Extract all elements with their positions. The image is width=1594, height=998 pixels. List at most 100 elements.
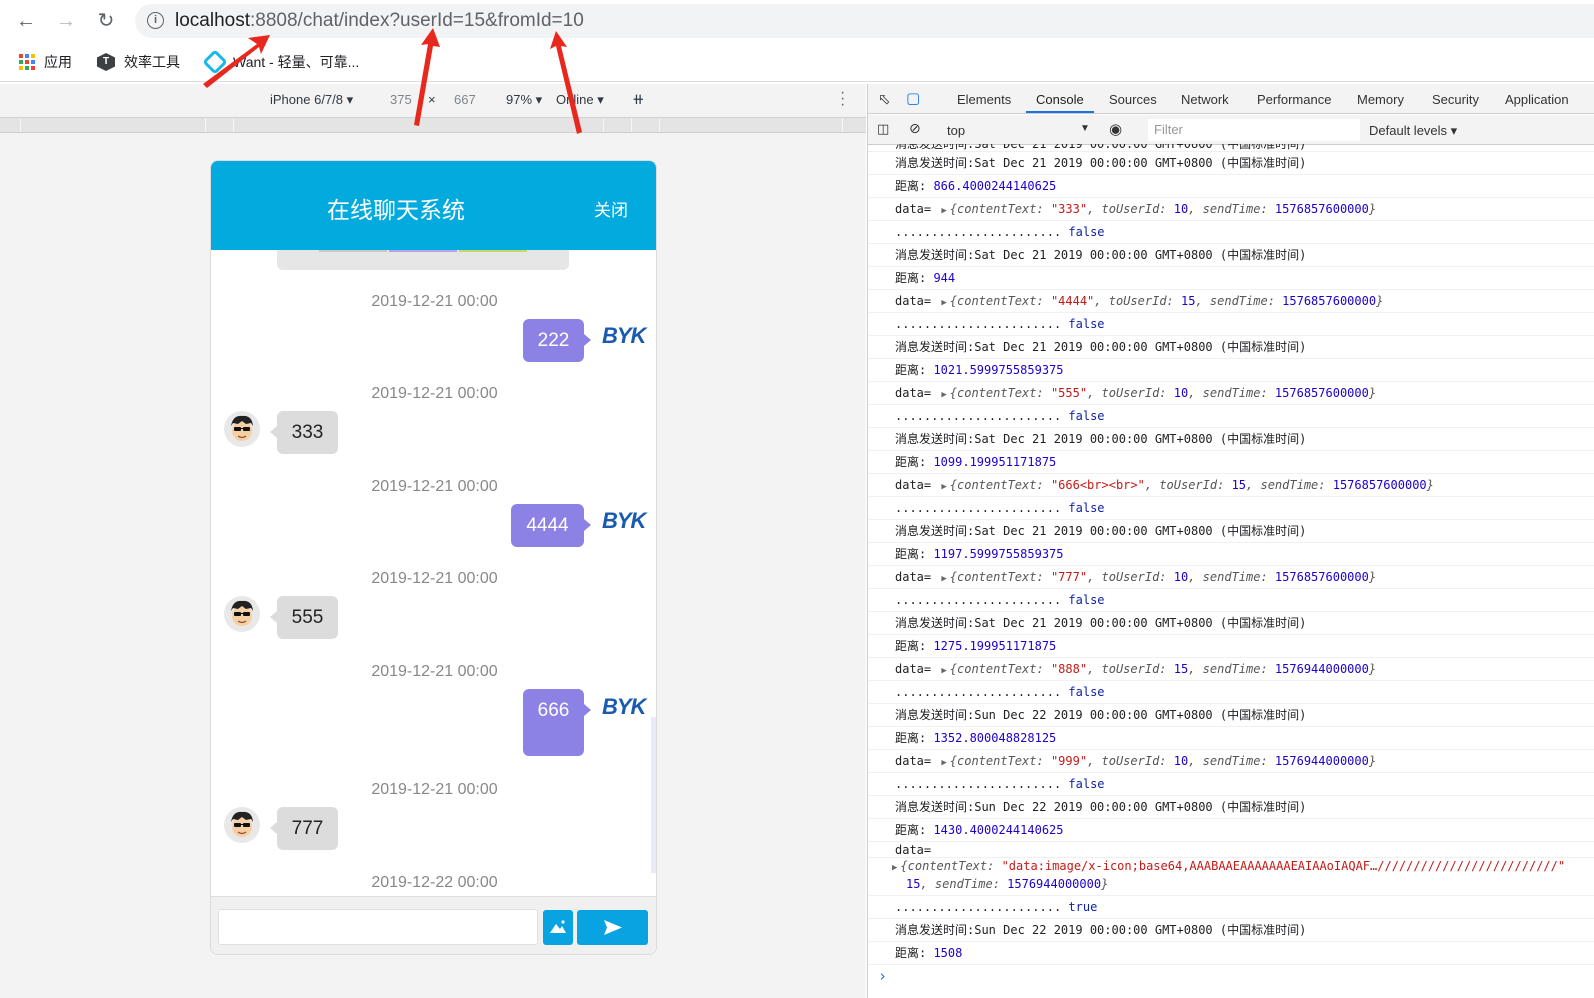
message-input[interactable] — [218, 909, 538, 945]
console-prompt[interactable]: › — [868, 965, 1594, 987]
chat-input-bar — [211, 896, 656, 954]
browser-toolbar: ← → ↻ i localhost:8808/chat/index?userId… — [0, 0, 1594, 42]
message-bubble-sent: 666 — [523, 689, 591, 756]
console-line: 距离: 1430.4000244140625 — [868, 819, 1594, 842]
message-timestamp: 2019-12-21 00:00 — [371, 781, 498, 798]
forward-icon[interactable]: → — [54, 9, 78, 33]
device-width-input[interactable]: 375 — [390, 92, 412, 107]
tab-application[interactable]: Application — [1505, 92, 1569, 107]
console-line: 消息发送时间:Sun Dec 22 2019 00:00:00 GMT+0800… — [868, 704, 1594, 727]
want-logo-icon — [202, 49, 228, 75]
console-line: ....................... false — [868, 589, 1594, 612]
user-avatar — [224, 411, 260, 447]
network-throttle-select[interactable]: Online ▾ — [556, 92, 604, 108]
console-line: data= ▶ {contentText: "888", toUserId: 15… — [868, 658, 1594, 681]
console-line: ....................... false — [868, 313, 1594, 336]
console-line: ....................... false — [868, 773, 1594, 796]
chat-app-viewport: 在线聊天系统 关闭 2019-12-21 00:00 222 BYK 2019-… — [210, 160, 657, 955]
site-info-icon[interactable]: i — [147, 12, 164, 29]
rotate-icon[interactable]: ⧺ — [632, 90, 645, 108]
message-timestamp: 2019-12-22 00:00 — [371, 874, 498, 891]
byk-logo-avatar: BYK — [602, 694, 646, 719]
context-select[interactable]: top — [947, 123, 965, 138]
sidebar-toggle-icon[interactable]: ◫ — [877, 121, 889, 137]
console-line: 消息发送时间:Sun Dec 22 2019 00:00:00 GMT+0800… — [868, 796, 1594, 819]
byk-logo-avatar: BYK — [602, 323, 646, 348]
console-toolbar: ◫ ⊘ top ▼ ◉ Filter Default levels ▾ — [868, 115, 1594, 145]
filter-input[interactable]: Filter — [1148, 119, 1360, 141]
console-output[interactable]: 消息发送时间:Sat Dec 21 2019 00:00:00 GMT+0800… — [868, 144, 1594, 998]
media-query-ruler — [0, 117, 866, 133]
message-timestamp: 2019-12-21 00:00 — [371, 478, 498, 495]
zoom-select[interactable]: 97% ▾ — [506, 92, 542, 108]
bookmark-efficiency-tools[interactable]: T 效率工具 — [97, 52, 180, 72]
tab-memory[interactable]: Memory — [1357, 92, 1404, 107]
console-line: 距离: 1352.800048828125 — [868, 727, 1594, 750]
user-avatar — [224, 807, 260, 843]
console-line: 消息发送时间:Sat Dec 21 2019 00:00:00 GMT+0800… — [868, 152, 1594, 175]
console-line: 消息发送时间:Sun Dec 22 2019 00:00:00 GMT+0800… — [868, 919, 1594, 942]
inspect-element-icon[interactable]: ⬁ — [878, 90, 891, 108]
message-bubble-received: 555 — [270, 596, 338, 639]
send-button[interactable] — [577, 910, 648, 945]
console-line: data= ▶ {contentText: "666<br><br>", toUs… — [868, 474, 1594, 497]
clear-console-icon[interactable]: ⊘ — [909, 120, 921, 137]
devtools-panel: ⬁ ▢ Elements Console Sources Network Per… — [867, 84, 1594, 998]
console-line: ....................... false — [868, 405, 1594, 428]
apps-grid-icon — [19, 54, 35, 70]
console-line: 消息发送时间:Sat Dec 21 2019 00:00:00 GMT+0800… — [868, 144, 1594, 152]
chat-message-list[interactable]: 2019-12-21 00:00 222 BYK 2019-12-21 00:0… — [211, 250, 656, 896]
bookmark-label: Want - 轻量、可靠... — [233, 54, 360, 70]
console-line: ....................... false — [868, 681, 1594, 704]
reload-icon[interactable]: ↻ — [94, 9, 118, 33]
bookmark-want[interactable]: Want - 轻量、可靠... — [202, 49, 360, 75]
tab-performance[interactable]: Performance — [1257, 92, 1331, 107]
chat-scrollbar[interactable] — [651, 717, 656, 873]
expand-triangle-icon: ▶ — [941, 666, 947, 676]
chat-title: 在线聊天系统 — [327, 197, 465, 223]
active-tab-indicator — [1026, 111, 1094, 113]
back-icon[interactable]: ← — [14, 9, 38, 33]
console-line: data= — [868, 842, 1594, 858]
user-avatar — [224, 596, 260, 632]
log-levels-select[interactable]: Default levels ▾ — [1369, 123, 1457, 139]
message-timestamp: 2019-12-21 00:00 — [371, 385, 498, 402]
message-bubble-received: 333 — [270, 411, 338, 454]
device-select[interactable]: iPhone 6/7/8 ▾ — [270, 92, 353, 108]
device-toggle-icon[interactable]: ▢ — [906, 89, 920, 107]
image-upload-button[interactable] — [543, 910, 573, 945]
expand-triangle-icon: ▶ — [941, 390, 947, 400]
bookmark-label: 效率工具 — [124, 54, 180, 70]
console-line: data= ▶ {contentText: "555", toUserId: 10… — [868, 382, 1594, 405]
expand-triangle-icon: ▶ — [941, 206, 947, 216]
device-height-input[interactable]: 667 — [454, 92, 476, 107]
more-options-icon[interactable]: · · · — [840, 85, 848, 113]
tab-sources[interactable]: Sources — [1109, 92, 1157, 107]
bookmark-apps[interactable]: 应用 — [19, 52, 72, 72]
console-line: 消息发送时间:Sat Dec 21 2019 00:00:00 GMT+0800… — [868, 336, 1594, 359]
console-line: 距离: 1508 — [868, 942, 1594, 965]
close-button[interactable]: 关闭 — [594, 196, 628, 221]
bookmarks-bar: 应用 T 效率工具 Want - 轻量、可靠... — [0, 42, 1594, 82]
message-timestamp: 2019-12-21 00:00 — [371, 663, 498, 680]
console-line: 距离: 1099.199951171875 — [868, 451, 1594, 474]
tab-elements[interactable]: Elements — [957, 92, 1011, 107]
console-line: 距离: 944 — [868, 267, 1594, 290]
console-line: ▶ {contentText: "data:image/x-icon;base64… — [868, 858, 1594, 896]
message-bubble-received: 777 — [270, 807, 338, 850]
tab-console[interactable]: Console — [1036, 92, 1084, 107]
tab-security[interactable]: Security — [1432, 92, 1479, 107]
context-dropdown-icon[interactable]: ▼ — [1080, 123, 1090, 134]
devtools-tabbar: ⬁ ▢ Elements Console Sources Network Per… — [868, 84, 1594, 114]
url-text[interactable]: localhost:8808/chat/index?userId=15&from… — [175, 9, 584, 33]
eye-icon[interactable]: ◉ — [1109, 120, 1122, 138]
console-line: 距离: 1197.5999755859375 — [868, 543, 1594, 566]
tab-network[interactable]: Network — [1181, 92, 1229, 107]
message-timestamp: 2019-12-21 00:00 — [371, 570, 498, 587]
expand-triangle-icon: ▶ — [941, 482, 947, 492]
console-line: 距离: 866.4000244140625 — [868, 175, 1594, 198]
console-line: data= ▶ {contentText: "777", toUserId: 10… — [868, 566, 1594, 589]
expand-triangle-icon: ▶ — [941, 298, 947, 308]
address-bar[interactable]: i localhost:8808/chat/index?userId=15&fr… — [135, 4, 1594, 38]
message-bubble-sent: 4444 — [511, 504, 591, 547]
